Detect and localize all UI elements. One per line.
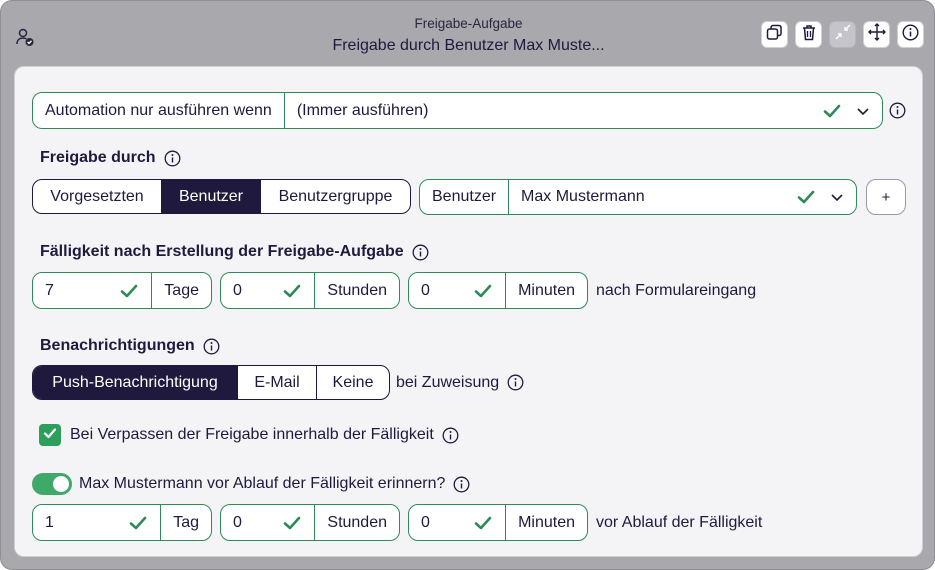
check-icon (822, 101, 842, 121)
due-hours-unit: Stunden (314, 273, 399, 308)
move-button[interactable] (863, 21, 890, 48)
check-icon (282, 513, 302, 533)
reminder-toggle[interactable] (32, 473, 72, 495)
copy-button[interactable] (761, 21, 788, 48)
reminder-days-unit: Tag (160, 505, 211, 540)
approval-type-segmented: Vorgesetzten Benutzer Benutzergruppe (32, 179, 411, 214)
info-icon[interactable] (453, 476, 470, 493)
chevron-down-icon[interactable] (830, 190, 844, 204)
automation-label: Automation nur ausführen wenn (33, 93, 285, 128)
notification-suffix: bei Zuweisung (396, 365, 524, 400)
collapse-icon (835, 24, 851, 45)
user-select[interactable]: Benutzer Max Mustermann (419, 179, 857, 215)
reminder-hours-field[interactable]: 0 Stunden (220, 504, 400, 541)
user-select-label: Benutzer (420, 180, 510, 214)
settings-panel: Automation nur ausführen wenn (Immer aus… (14, 66, 923, 557)
due-section-title: Fälligkeit nach Erstellung der Freigabe-… (40, 242, 429, 262)
missed-label: Bei Verpassen der Freigabe innerhalb der… (70, 424, 459, 446)
reminder-minutes-value: 0 (421, 513, 430, 531)
user-select-value: Max Mustermann (521, 188, 645, 205)
option-benutzergruppe[interactable]: Benutzergruppe (261, 180, 410, 213)
due-minutes-value-area: 0 (409, 273, 505, 308)
due-minutes-field[interactable]: 0 Minuten (408, 272, 588, 309)
automation-value-area: (Immer ausführen) (285, 93, 882, 128)
check-icon (796, 187, 816, 207)
missed-label-text: Bei Verpassen der Freigabe innerhalb der… (70, 426, 434, 443)
check-icon (282, 281, 302, 301)
check-icon (473, 513, 493, 533)
approval-title-text: Freigabe durch (40, 149, 156, 166)
info-icon[interactable] (507, 374, 524, 391)
info-icon[interactable] (203, 338, 220, 355)
notification-type-segmented: Push-Benachrichtigung E-Mail Keine (32, 365, 390, 400)
option-push[interactable]: Push-Benachrichtigung (33, 366, 238, 399)
due-hours-value-area: 0 (221, 273, 314, 308)
check-icon (119, 281, 139, 301)
collapse-button[interactable] (829, 21, 856, 48)
toggle-knob (53, 476, 69, 492)
reminder-minutes-unit: Minuten (505, 505, 587, 540)
move-icon (867, 23, 886, 46)
info-icon[interactable] (412, 244, 429, 261)
chevron-down-icon[interactable] (856, 104, 870, 118)
due-days-value-area: 7 (33, 273, 151, 308)
select-indicators (796, 187, 844, 207)
automation-info-icon[interactable] (889, 102, 906, 119)
reminder-suffix-text: vor Ablauf der Fälligkeit (596, 513, 763, 531)
due-hours-value: 0 (233, 281, 242, 299)
select-indicators (822, 101, 870, 121)
trash-icon (801, 24, 817, 46)
due-minutes-unit: Minuten (505, 273, 587, 308)
missed-checkbox[interactable] (39, 424, 61, 446)
reminder-hours-value: 0 (233, 513, 242, 531)
notifications-section-title: Benachrichtigungen (40, 336, 220, 356)
copy-icon (766, 24, 783, 46)
delete-button[interactable] (795, 21, 822, 48)
reminder-minutes-value-area: 0 (409, 505, 505, 540)
notifications-title-text: Benachrichtigungen (40, 337, 195, 354)
option-email[interactable]: E-Mail (238, 366, 317, 399)
automation-value: (Immer ausführen) (296, 101, 429, 119)
info-icon[interactable] (442, 427, 459, 444)
checkmark-icon (43, 426, 57, 445)
info-icon (902, 23, 919, 46)
due-days-value: 7 (45, 281, 54, 299)
due-suffix-text: nach Formulareingang (596, 281, 757, 299)
reminder-days-value-area: 1 (33, 505, 160, 540)
info-button[interactable] (897, 21, 924, 48)
reminder-days-field[interactable]: 1 Tag (32, 504, 212, 541)
reminder-label: Max Mustermann vor Ablauf der Fälligkeit… (79, 473, 470, 495)
reminder-hours-unit: Stunden (314, 505, 399, 540)
reminder-days-value: 1 (45, 513, 54, 531)
check-icon (473, 281, 493, 301)
due-hours-field[interactable]: 0 Stunden (220, 272, 400, 309)
info-icon[interactable] (164, 150, 181, 167)
option-vorgesetzten[interactable]: Vorgesetzten (33, 180, 162, 213)
notification-suffix-text: bei Zuweisung (396, 373, 500, 391)
add-user-button[interactable]: + (866, 179, 906, 215)
reminder-minutes-field[interactable]: 0 Minuten (408, 504, 588, 541)
check-icon (128, 513, 148, 533)
reminder-label-text: Max Mustermann vor Ablauf der Fälligkeit… (79, 475, 446, 492)
automation-condition-select[interactable]: Automation nur ausführen wenn (Immer aus… (32, 92, 883, 129)
due-title-text: Fälligkeit nach Erstellung der Freigabe-… (40, 243, 404, 260)
due-days-unit: Tage (151, 273, 211, 308)
task-window: Freigabe-Aufgabe Freigabe durch Benutzer… (0, 0, 935, 570)
reminder-hours-value-area: 0 (221, 505, 314, 540)
due-minutes-value: 0 (421, 281, 430, 299)
approval-section-title: Freigabe durch (40, 148, 181, 168)
option-keine[interactable]: Keine (317, 366, 389, 399)
option-benutzer[interactable]: Benutzer (162, 180, 261, 213)
due-days-field[interactable]: 7 Tage (32, 272, 212, 309)
user-select-value-area: Max Mustermann (509, 180, 856, 214)
